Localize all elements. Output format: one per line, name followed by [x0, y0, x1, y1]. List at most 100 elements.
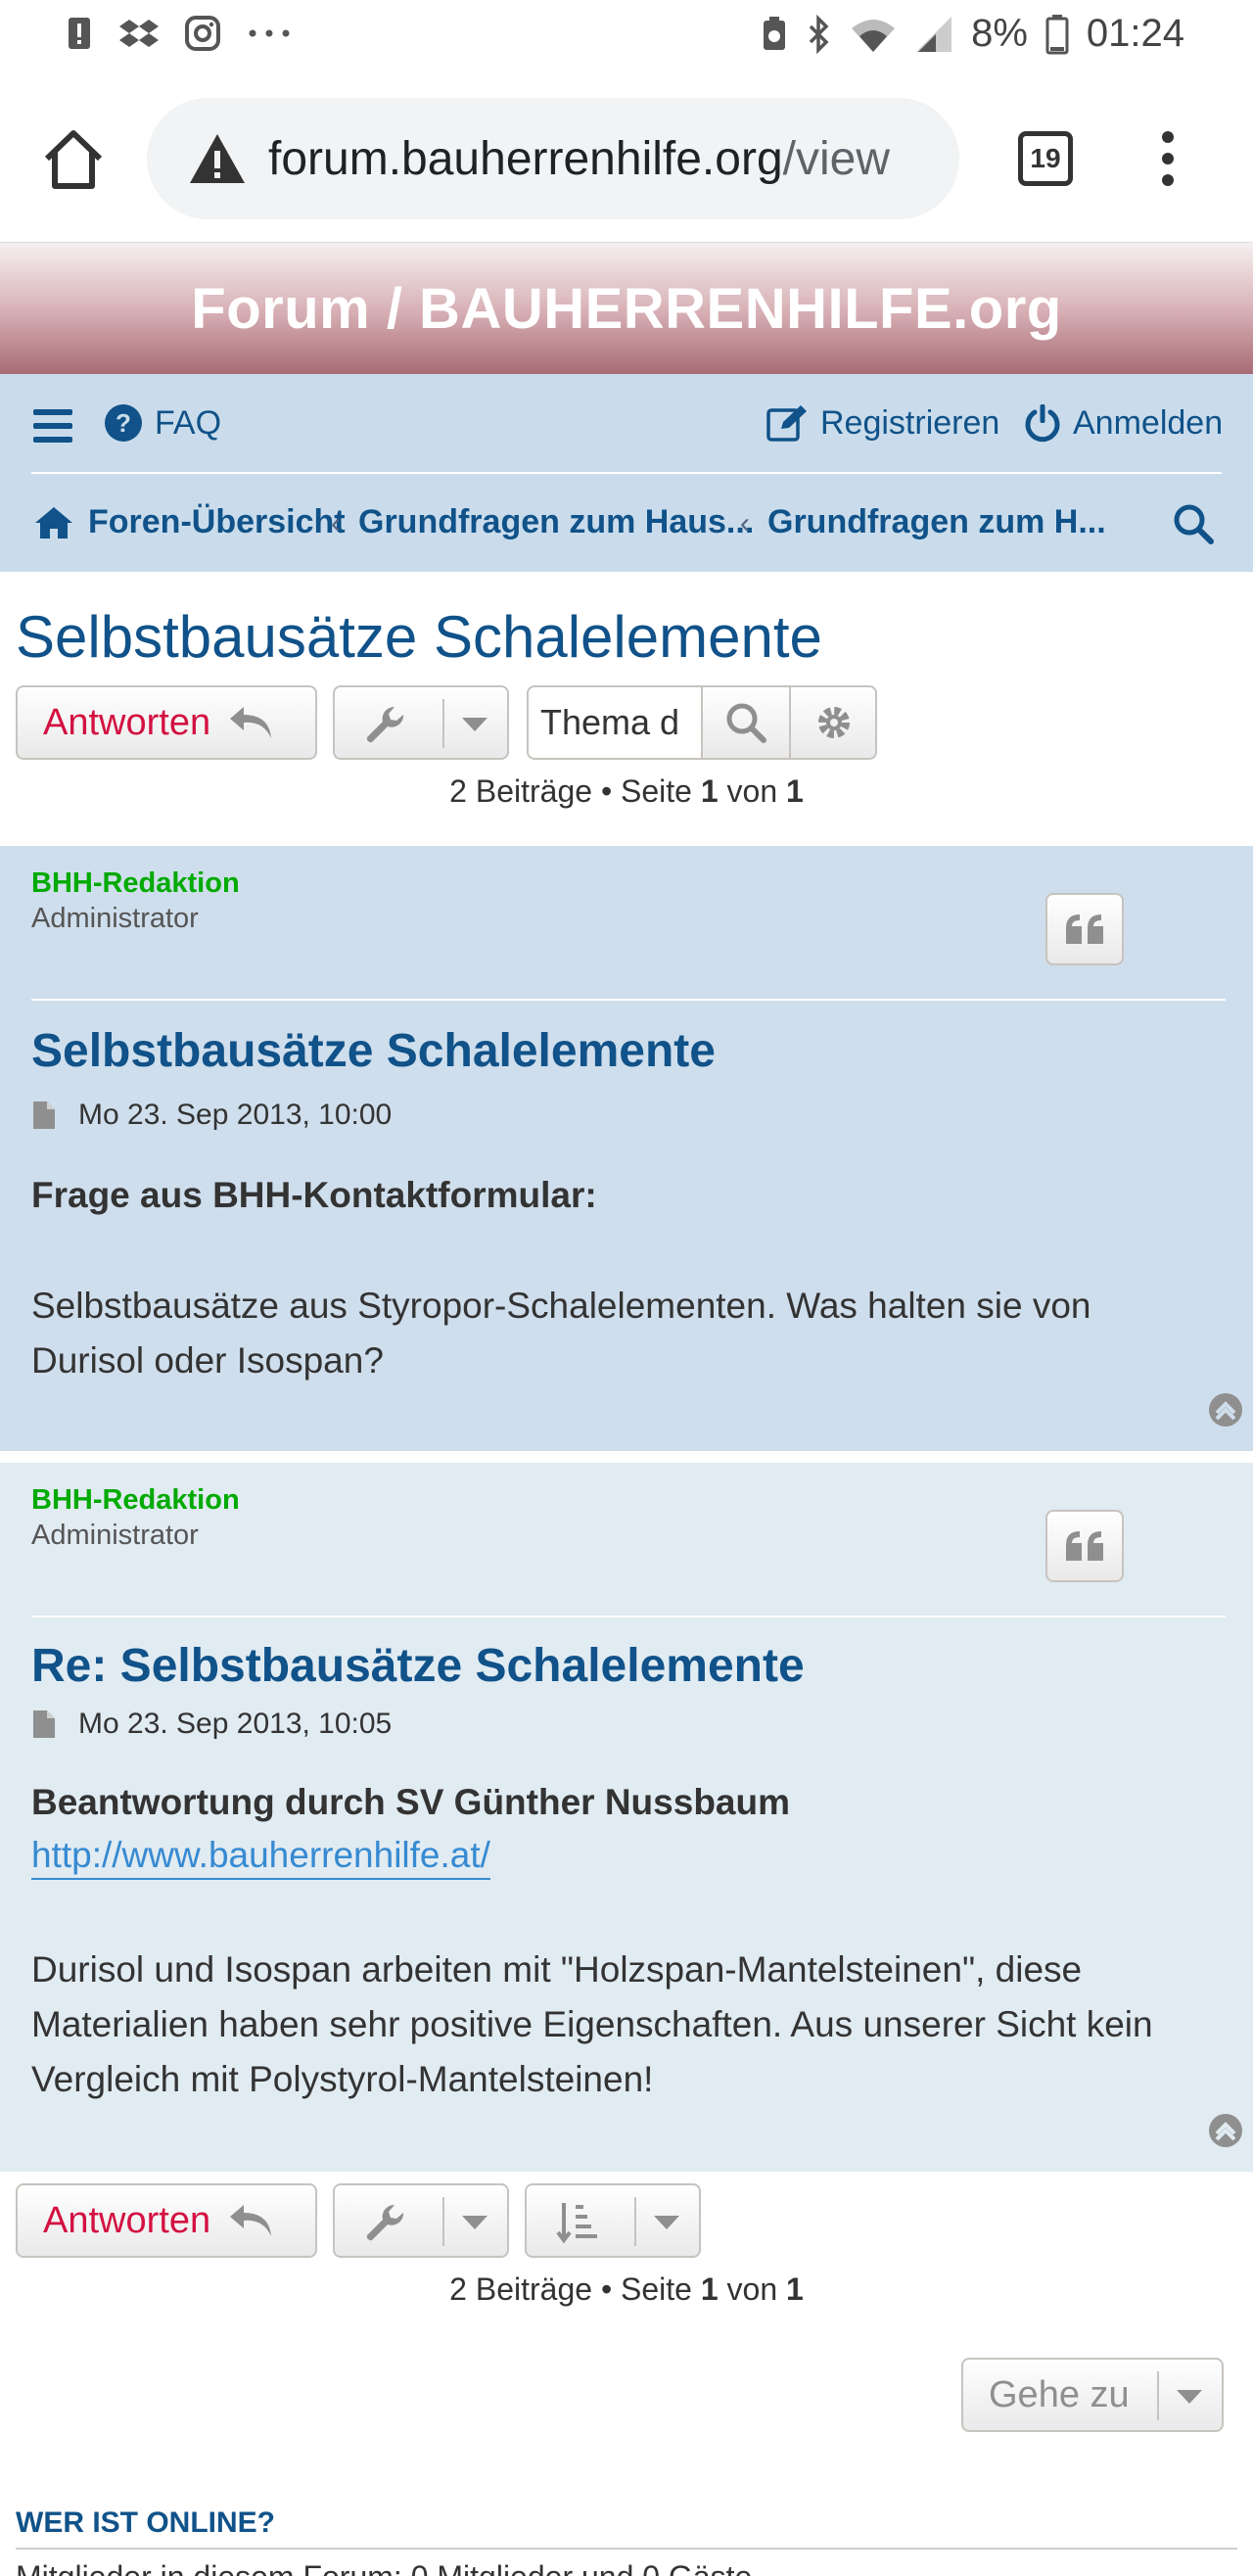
topic-search-button[interactable] [701, 687, 789, 758]
online-divider [16, 2548, 1237, 2550]
jump-to-label: Gehe zu [989, 2373, 1130, 2415]
reply-icon [230, 707, 272, 738]
banner-title[interactable]: Forum / BAUHERRENHILFE.org [191, 276, 1061, 342]
button-split [1157, 2371, 1159, 2420]
quote-icon [1066, 1531, 1103, 1561]
post-date-text: Mo 23. Sep 2013, 10:05 [78, 1708, 393, 1740]
caret-down-icon [654, 2216, 679, 2229]
document-icon[interactable] [31, 1709, 57, 1740]
total-pages: 1 [786, 773, 804, 809]
clock: 01:24 [1086, 12, 1184, 55]
sort-icon [556, 2203, 597, 2244]
quote-button[interactable] [1045, 893, 1124, 965]
question-icon: ? [105, 404, 142, 442]
breadcrumb-separator: ‹ [740, 507, 750, 539]
dropbox-icon [119, 20, 159, 47]
post-date: Mo 23. Sep 2013, 10:00 [31, 1099, 392, 1132]
battery-saver-icon [764, 16, 786, 50]
register-link[interactable]: Registrieren [766, 403, 999, 443]
forum-banner: Forum / BAUHERRENHILFE.org [0, 243, 1253, 374]
status-bar: 8% 01:24 [0, 0, 1253, 74]
topic-tools-button[interactable] [333, 2183, 509, 2258]
breadcrumb-item-2[interactable]: Grundfragen zum H... [767, 503, 1106, 541]
post: BHH-Redaktion Administrator Re: Selbstba… [0, 1463, 1253, 2172]
jump-to-button[interactable]: Gehe zu [961, 2358, 1224, 2432]
post-bold-line: Beantwortung durch SV Günther Nussbaum [31, 1782, 790, 1822]
url-host: forum.bauherrenhilfe.org [268, 132, 783, 185]
quote-button[interactable] [1045, 1510, 1124, 1582]
topic-tools-button[interactable] [333, 685, 509, 760]
register-label: Registrieren [820, 403, 1000, 442]
instagram-icon [185, 16, 220, 51]
post-bold-line: Frage aus BHH-Kontaktformular: [31, 1175, 597, 1215]
button-split [442, 2197, 444, 2246]
scroll-top-icon[interactable] [1208, 1392, 1243, 1428]
wrench-icon [366, 2204, 404, 2241]
battery-percent: 8% [971, 12, 1028, 55]
search-icon [726, 703, 766, 743]
topic-title[interactable]: Selbstbausätze Schalelemente [16, 603, 822, 671]
bluetooth-icon [809, 14, 829, 54]
search-icon[interactable] [1173, 503, 1214, 544]
tab-switcher-button[interactable]: 19 [1018, 131, 1073, 186]
alert-icon [69, 18, 90, 49]
wrench-icon [366, 706, 404, 743]
bottom-action-bar: Antworten [16, 2183, 1249, 2258]
menu-dots-icon[interactable] [1153, 129, 1183, 188]
post-title[interactable]: Selbstbausätze Schalelemente [31, 1024, 716, 1078]
breadcrumb-separator: ‹ [331, 507, 341, 539]
caret-down-icon [462, 2216, 487, 2229]
who-is-online-text: Mitglieder in diesem Forum: 0 Mitglieder… [16, 2559, 752, 2576]
caret-down-icon [462, 718, 487, 731]
sort-button[interactable] [525, 2183, 701, 2258]
reply-button[interactable]: Antworten [16, 2183, 317, 2258]
post-count-text: 2 Beiträge • Seite [449, 2272, 692, 2307]
wifi-icon [852, 19, 896, 52]
login-link[interactable]: Anmelden [1024, 403, 1223, 443]
hamburger-icon[interactable] [33, 409, 72, 443]
post-author[interactable]: BHH-Redaktion [31, 1484, 240, 1517]
post-date-text: Mo 23. Sep 2013, 10:00 [78, 1099, 393, 1131]
faq-label: FAQ [155, 403, 222, 442]
topic-search-box: Thema d [527, 685, 877, 760]
breadcrumb-item-1[interactable]: Grundfragen zum Haus... [358, 503, 754, 541]
post-divider [31, 999, 1226, 1001]
breadcrumb-item-1-label: Grundfragen zum Haus... [358, 503, 755, 540]
battery-icon [1045, 14, 1069, 54]
post-count-text: 2 Beiträge • Seite [449, 773, 692, 809]
topic-action-bar: Antworten Thema d [16, 685, 1249, 760]
total-pages: 1 [786, 2272, 804, 2307]
quote-icon [1066, 914, 1103, 944]
breadcrumb-home[interactable]: Foren-Übersicht [33, 503, 346, 541]
url-path: /view [782, 132, 890, 185]
post-date: Mo 23. Sep 2013, 10:05 [31, 1708, 392, 1741]
breadcrumb-item-2-label: Grundfragen zum H... [767, 503, 1106, 540]
more-icon [249, 29, 290, 37]
current-page: 1 [700, 773, 719, 809]
login-label: Anmelden [1073, 403, 1224, 442]
topic-search-input[interactable]: Thema d [540, 687, 697, 758]
post-author[interactable]: BHH-Redaktion [31, 867, 240, 900]
post: BHH-Redaktion Administrator Selbstbausät… [0, 846, 1253, 1451]
scroll-top-icon[interactable] [1208, 2113, 1243, 2148]
page-of-text: von [726, 773, 778, 809]
faq-link[interactable]: ? FAQ [104, 403, 221, 443]
document-icon[interactable] [31, 1100, 57, 1131]
post-author-rank: Administrator [31, 903, 199, 934]
home-icon[interactable] [39, 125, 108, 194]
post-divider [31, 1616, 1226, 1617]
button-split [442, 699, 444, 748]
url-bar[interactable]: forum.bauherrenhilfe.org/view [147, 98, 959, 219]
edit-icon [766, 405, 807, 442]
reply-icon [230, 2205, 272, 2236]
advanced-search-button[interactable] [789, 687, 875, 758]
power-icon [1025, 404, 1060, 443]
breadcrumb: Foren-Übersicht ‹ Grundfragen zum Haus..… [31, 472, 1222, 570]
post-title[interactable]: Re: Selbstbausätze Schalelemente [31, 1639, 805, 1693]
nav-links-row: ? FAQ Registrieren Anmelden [0, 374, 1253, 472]
pagination-bottom: 2 Beiträge • Seite 1 von 1 [0, 2272, 1253, 2308]
reply-button[interactable]: Antworten [16, 685, 317, 760]
forum-navbar: ? FAQ Registrieren Anmelden Foren-Übersi… [0, 374, 1253, 572]
warning-icon[interactable] [188, 131, 247, 186]
post-link[interactable]: http://www.bauherrenhilfe.at/ [31, 1835, 490, 1880]
